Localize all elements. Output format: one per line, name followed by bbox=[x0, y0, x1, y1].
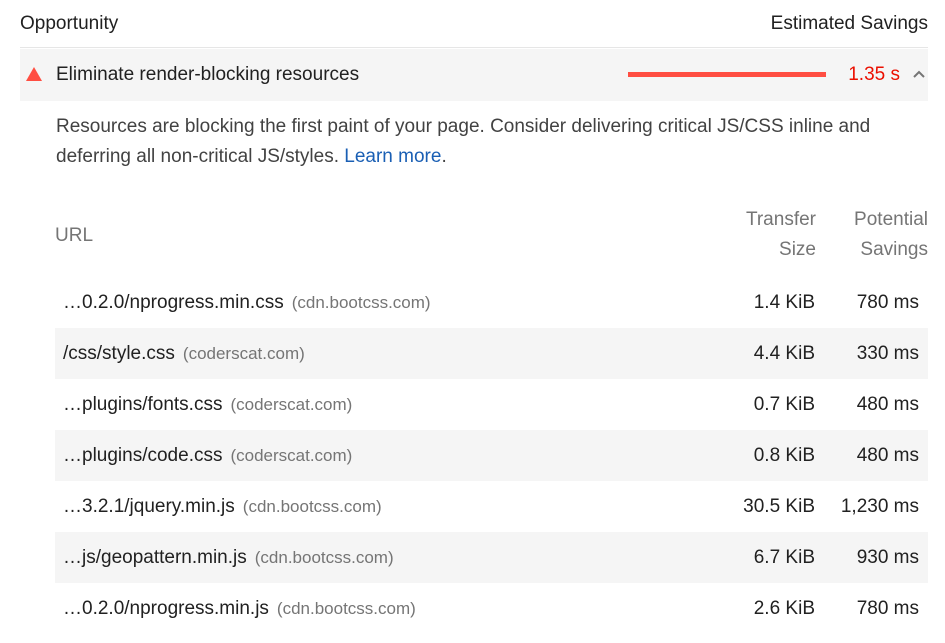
audit-description: Resources are blocking the first paint o… bbox=[56, 112, 916, 172]
potential-savings-header-line2: Savings bbox=[860, 239, 928, 260]
potential-savings-column-header: Potential Savings bbox=[854, 205, 928, 265]
resource-host: (coderscat.com) bbox=[230, 394, 353, 414]
resource-url-cell[interactable]: …plugins/code.css (coderscat.com) bbox=[63, 445, 352, 467]
resource-host: (cdn.bootcss.com) bbox=[242, 496, 382, 516]
table-row: …3.2.1/jquery.min.js (cdn.bootcss.com) 30… bbox=[55, 481, 928, 532]
description-tail: . bbox=[441, 146, 447, 167]
potential-savings-cell: 930 ms bbox=[856, 546, 919, 568]
potential-savings-cell: 330 ms bbox=[856, 342, 919, 364]
estimated-savings-column-label: Estimated Savings bbox=[770, 12, 928, 34]
table-row: /css/style.css (coderscat.com) 4.4 KiB 33… bbox=[55, 328, 928, 379]
url-column-header: URL bbox=[55, 225, 94, 246]
transfer-size-cell: 30.5 KiB bbox=[743, 495, 815, 517]
resource-url-cell[interactable]: …js/geopattern.min.js (cdn.bootcss.com) bbox=[63, 547, 394, 569]
resource-url[interactable]: …0.2.0/nprogress.min.css bbox=[63, 292, 284, 313]
table-row: …0.2.0/nprogress.min.js (cdn.bootcss.com)… bbox=[55, 583, 928, 634]
transfer-size-cell: 6.7 KiB bbox=[753, 546, 815, 568]
savings-bar-fill bbox=[628, 72, 826, 77]
resource-url-cell[interactable]: …0.2.0/nprogress.min.css (cdn.bootcss.com… bbox=[63, 292, 431, 314]
table-header: URL Transfer Size Potential Savings bbox=[55, 205, 928, 277]
potential-savings-cell: 780 ms bbox=[856, 291, 919, 313]
learn-more-link[interactable]: Learn more bbox=[344, 146, 441, 167]
audit-render-blocking-summary[interactable]: Eliminate render-blocking resources 1.35… bbox=[20, 49, 928, 101]
potential-savings-cell: 480 ms bbox=[856, 393, 919, 415]
lighthouse-opportunity-panel: Opportunity Estimated Savings Eliminate … bbox=[0, 0, 945, 643]
potential-savings-header-line1: Potential bbox=[854, 209, 928, 230]
potential-savings-cell: 480 ms bbox=[856, 444, 919, 466]
transfer-size-cell: 0.8 KiB bbox=[753, 444, 815, 466]
transfer-size-cell: 0.7 KiB bbox=[753, 393, 815, 415]
description-text: Resources are blocking the first paint o… bbox=[56, 116, 871, 167]
transfer-size-cell: 4.4 KiB bbox=[753, 342, 815, 364]
transfer-size-column-header: Transfer Size bbox=[746, 205, 816, 265]
resource-host: (coderscat.com) bbox=[230, 445, 353, 465]
resource-url[interactable]: …plugins/code.css bbox=[63, 445, 222, 466]
chevron-up-icon[interactable] bbox=[912, 69, 926, 79]
potential-savings-cell: 780 ms bbox=[856, 597, 919, 619]
resource-url[interactable]: …0.2.0/nprogress.min.js bbox=[63, 598, 269, 619]
table-row: …js/geopattern.min.js (cdn.bootcss.com) 6… bbox=[55, 532, 928, 583]
resource-host: (cdn.bootcss.com) bbox=[291, 292, 431, 312]
table-row: …0.2.0/nprogress.min.css (cdn.bootcss.com… bbox=[55, 277, 928, 328]
resource-url[interactable]: …js/geopattern.min.js bbox=[63, 547, 247, 568]
savings-bar bbox=[628, 72, 826, 77]
resource-host: (coderscat.com) bbox=[182, 343, 305, 363]
transfer-size-header-line2: Size bbox=[779, 239, 816, 260]
resource-url-cell[interactable]: …3.2.1/jquery.min.js (cdn.bootcss.com) bbox=[63, 496, 382, 518]
resource-url[interactable]: /css/style.css bbox=[63, 343, 175, 364]
potential-savings-cell: 1,230 ms bbox=[840, 495, 919, 517]
table-row: …plugins/code.css (coderscat.com) 0.8 KiB… bbox=[55, 430, 928, 481]
resources-table: URL Transfer Size Potential Savings …0.2… bbox=[55, 205, 928, 634]
fail-triangle-icon bbox=[26, 67, 42, 81]
resource-host: (cdn.bootcss.com) bbox=[276, 598, 416, 618]
resource-url-cell[interactable]: …plugins/fonts.css (coderscat.com) bbox=[63, 394, 352, 416]
resource-url[interactable]: …plugins/fonts.css bbox=[63, 394, 222, 415]
resource-url-cell[interactable]: …0.2.0/nprogress.min.js (cdn.bootcss.com) bbox=[63, 598, 416, 620]
opportunity-column-label: Opportunity bbox=[20, 12, 119, 34]
resource-url-cell[interactable]: /css/style.css (coderscat.com) bbox=[63, 343, 305, 365]
transfer-size-cell: 2.6 KiB bbox=[753, 597, 815, 619]
opportunity-group-header: Opportunity Estimated Savings bbox=[20, 0, 928, 48]
transfer-size-header-line1: Transfer bbox=[745, 209, 816, 230]
resource-url[interactable]: …3.2.1/jquery.min.js bbox=[63, 496, 235, 517]
audit-title: Eliminate render-blocking resources bbox=[56, 64, 360, 85]
table-row: …plugins/fonts.css (coderscat.com) 0.7 Ki… bbox=[55, 379, 928, 430]
savings-value: 1.35 s bbox=[848, 64, 900, 85]
transfer-size-cell: 1.4 KiB bbox=[753, 291, 815, 313]
resource-host: (cdn.bootcss.com) bbox=[254, 547, 394, 567]
